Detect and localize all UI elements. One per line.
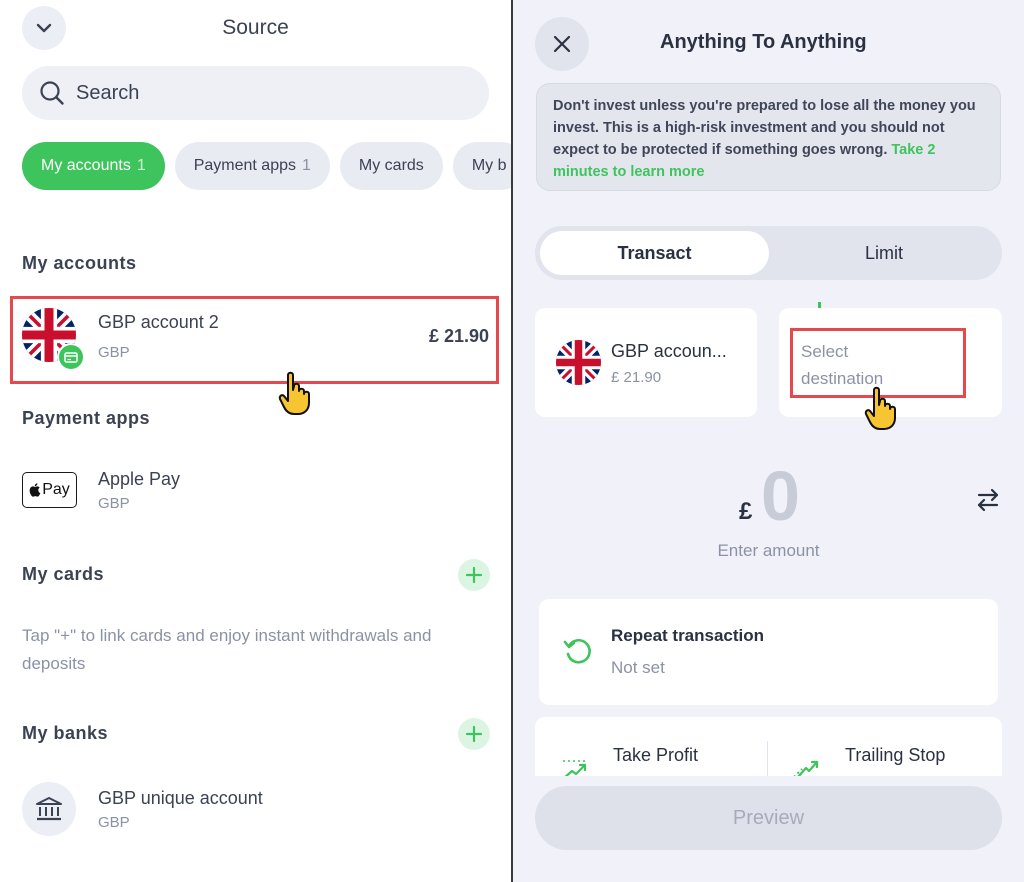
repeat-title: Repeat transaction — [611, 626, 765, 645]
amount-label: Enter amount — [717, 541, 820, 560]
amount-input[interactable]: 0 — [761, 456, 800, 536]
tab-transact[interactable]: Transact — [540, 231, 769, 275]
chip-label: My accounts — [41, 157, 131, 174]
apple-pay-logo: Pay — [22, 472, 77, 508]
chip-label: My cards — [358, 157, 424, 174]
payment-app-name: Apple Pay — [98, 469, 181, 489]
pointer-hand-icon — [864, 386, 896, 430]
filter-chips: My accounts 1 Payment apps 1 My cards My… — [22, 142, 511, 190]
page-title: Source — [222, 16, 289, 39]
account-row[interactable] — [13, 299, 496, 381]
repeat-icon — [563, 639, 591, 664]
chip-my-accounts[interactable]: My accounts 1 — [22, 142, 165, 190]
account-name: GBP account 2 — [98, 312, 219, 332]
payment-app-currency: GBP — [98, 495, 130, 512]
chip-payment-apps[interactable]: Payment apps 1 — [174, 142, 330, 190]
source-account-balance: £ 21.90 — [611, 369, 662, 386]
preview-button[interactable]: Preview — [535, 786, 1002, 850]
add-bank-button[interactable] — [458, 718, 490, 750]
swap-icon[interactable] — [976, 487, 1000, 513]
chip-label: Payment apps — [193, 157, 296, 174]
apple-icon — [29, 483, 41, 497]
source-panel: Source My accounts 1 Payment apps 1 My c… — [0, 0, 511, 882]
uk-flag-icon — [556, 340, 601, 385]
bank-icon — [22, 782, 76, 836]
bank-row[interactable] — [13, 775, 496, 843]
bank-name: GBP unique account — [98, 788, 263, 808]
page-title: Anything To Anything — [660, 31, 867, 53]
risk-warning: Don't invest unless you're prepared to l… — [536, 83, 1001, 191]
mode-tabs: Transact Limit — [535, 226, 1002, 280]
chip-my-cards[interactable]: My cards — [339, 142, 443, 190]
account-balance: £ 21.90 — [428, 326, 489, 346]
plus-icon — [465, 725, 483, 743]
repeat-value: Not set — [611, 658, 665, 677]
search-bar[interactable] — [22, 66, 489, 120]
apple-pay-logo-text: Pay — [42, 481, 70, 498]
take-profit-label: Take Profit — [613, 745, 699, 765]
pointer-hand-icon — [278, 371, 310, 415]
tab-limit[interactable]: Limit — [771, 231, 997, 275]
plus-icon — [465, 566, 483, 584]
repeat-transaction-card[interactable]: Repeat transaction Not set — [539, 599, 998, 705]
close-icon — [553, 35, 571, 53]
section-title-accounts: My accounts — [22, 253, 137, 273]
chip-count: 1 — [136, 157, 146, 174]
chip-count: 1 — [302, 157, 311, 174]
card-badge-icon — [57, 343, 85, 371]
search-icon — [40, 81, 64, 105]
amount-currency: £ — [739, 498, 753, 525]
section-title-banks: My banks — [22, 723, 109, 743]
section-title-cards: My cards — [22, 564, 105, 584]
source-account-name: GBP accoun... — [611, 341, 727, 361]
bank-currency: GBP — [98, 814, 130, 831]
account-currency: GBP — [98, 344, 130, 361]
source-account-card[interactable]: GBP accoun... £ 21.90 — [535, 308, 757, 417]
transfer-panel: Anything To Anything Don't invest unless… — [513, 0, 1024, 882]
payment-app-row[interactable] — [13, 460, 496, 520]
trailing-stop-label: Trailing Stop — [845, 745, 946, 765]
section-title-payment-apps: Payment apps — [22, 408, 151, 428]
add-card-button[interactable] — [458, 559, 490, 591]
chip-my-banks[interactable]: My b — [452, 142, 511, 190]
cards-hint: Tap "+" to link cards and enjoy instant … — [22, 626, 432, 673]
chip-label: My b — [471, 157, 507, 174]
search-input[interactable] — [76, 81, 456, 105]
close-button[interactable] — [535, 17, 589, 71]
